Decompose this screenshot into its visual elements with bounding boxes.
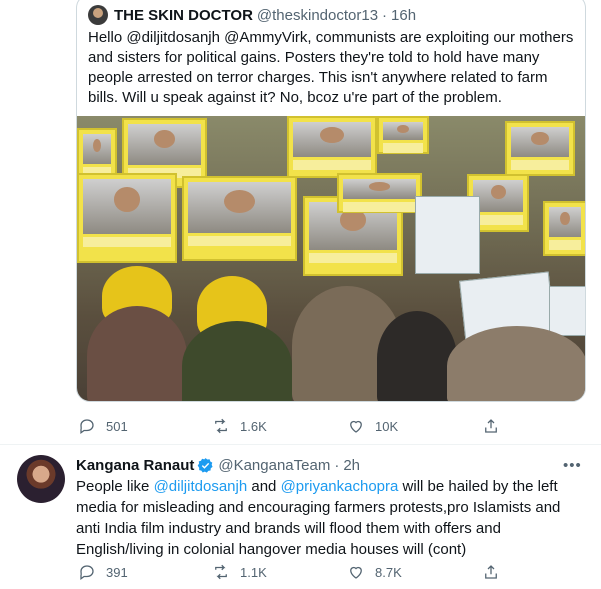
like-count: 10K: [375, 418, 399, 434]
more-icon[interactable]: •••: [563, 457, 582, 474]
quoted-tweet-card[interactable]: THE SKIN DOCTOR @theskindoctor13 · 16h H…: [76, 0, 586, 402]
protester: [377, 311, 457, 401]
protest-poster: [505, 121, 575, 176]
separator-dot: ·: [382, 6, 388, 24]
quoted-author-name[interactable]: THE SKIN DOCTOR: [114, 7, 253, 24]
retweet-button[interactable]: 1.1K: [212, 563, 347, 581]
reply-button[interactable]: 391: [78, 563, 212, 581]
separator-dot: ·: [334, 456, 340, 474]
protest-sign: [549, 286, 585, 336]
author-handle[interactable]: @KanganaTeam: [218, 457, 330, 474]
share-icon: [485, 419, 497, 433]
retweet-icon: [215, 418, 227, 434]
protest-poster: [182, 176, 297, 261]
author-avatar[interactable]: [17, 455, 65, 503]
like-icon: [350, 420, 362, 433]
protester: [182, 321, 292, 401]
quoted-author-avatar[interactable]: [88, 5, 108, 25]
quoted-tweet-time[interactable]: 16h: [391, 7, 416, 24]
tweet-text-segment: People like: [76, 478, 154, 495]
reply-button[interactable]: 501: [78, 417, 212, 435]
mention-link[interactable]: @priyankachopra: [281, 478, 399, 495]
quoted-tweet-text: Hello @diljitdosanjh @AmmyVirk, communis…: [88, 29, 574, 106]
share-button[interactable]: [482, 563, 500, 581]
retweet-button[interactable]: 1.6K: [212, 417, 347, 435]
reply-tweet-header: Kangana Ranaut @KanganaTeam · 2h: [76, 455, 364, 475]
share-icon: [485, 565, 497, 579]
quoted-tweet-actions: 501 1.6K 10K: [78, 417, 500, 435]
share-button[interactable]: [482, 417, 500, 435]
protest-poster: [377, 116, 429, 154]
reply-tweet-actions: 391 1.1K 8.7K: [78, 563, 500, 581]
mention-link[interactable]: @diljitdosanjh: [154, 478, 248, 495]
retweet-count: 1.6K: [240, 418, 267, 434]
retweet-count: 1.1K: [240, 564, 267, 580]
reply-count: 501: [106, 418, 128, 434]
tweet-time[interactable]: 2h: [343, 457, 360, 474]
quoted-tweet-header: THE SKIN DOCTOR @theskindoctor13 · 16h: [88, 5, 416, 25]
like-count: 8.7K: [375, 564, 402, 580]
author-name[interactable]: Kangana Ranaut: [76, 457, 194, 474]
protest-poster: [287, 116, 377, 178]
protest-poster: [337, 173, 422, 213]
protest-poster: [77, 173, 177, 263]
reply-icon: [80, 565, 94, 581]
tweet-divider: [0, 444, 601, 445]
like-button[interactable]: 10K: [347, 417, 482, 435]
protester: [87, 306, 187, 401]
retweet-icon: [215, 564, 227, 580]
reply-icon: [80, 419, 94, 435]
protest-poster: [543, 201, 585, 256]
like-button[interactable]: 8.7K: [347, 563, 482, 581]
reply-tweet-text: People like @diljitdosanjh and @priyanka…: [76, 476, 581, 560]
protest-sign: [415, 196, 480, 274]
quoted-tweet-photo[interactable]: [77, 116, 585, 401]
verified-badge-icon: [198, 457, 213, 473]
reply-count: 391: [106, 564, 128, 580]
quoted-author-handle[interactable]: @theskindoctor13: [257, 7, 378, 24]
like-icon: [350, 566, 362, 579]
protester: [447, 326, 585, 401]
tweet-text-segment: and: [247, 478, 281, 495]
